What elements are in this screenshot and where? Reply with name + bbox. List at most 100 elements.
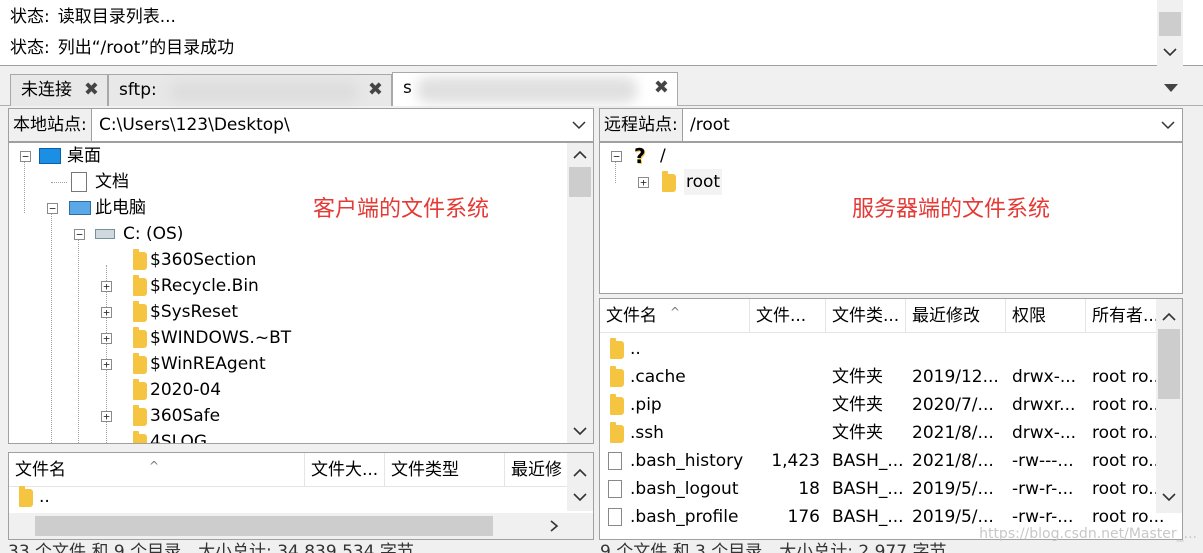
- remote-site-bar: 远程站点: /root: [599, 108, 1183, 142]
- file-row[interactable]: .bash_history 1,423 BASH_... 2021/8/... …: [600, 447, 1182, 475]
- scroll-thumb[interactable]: [569, 167, 591, 197]
- collapse-icon[interactable]: −: [74, 229, 85, 240]
- expand-icon[interactable]: +: [101, 307, 112, 318]
- column-header-owner[interactable]: 所有者...: [1086, 299, 1158, 333]
- log-status-label: 状态:: [10, 7, 50, 27]
- remote-list-scrollbar[interactable]: [1156, 299, 1182, 513]
- local-list-scrollbar[interactable]: [567, 453, 593, 511]
- scroll-up-icon[interactable]: [1160, 309, 1178, 325]
- tab-active-session[interactable]: s ✖: [392, 72, 678, 106]
- remote-path-input[interactable]: /root: [690, 109, 730, 141]
- tree-node-label: $Recycle.Bin: [150, 276, 259, 296]
- scroll-right-icon[interactable]: [545, 518, 563, 534]
- file-modified: 2021/8/...: [912, 423, 994, 443]
- file-owner: root ro...: [1092, 479, 1165, 499]
- log-scrollbar[interactable]: [1157, 0, 1183, 66]
- expand-icon[interactable]: +: [101, 411, 112, 422]
- collapse-icon[interactable]: −: [611, 151, 622, 162]
- folder-icon: [133, 379, 147, 400]
- local-list-hscrollbar[interactable]: [9, 513, 593, 539]
- file-type: 文件夹: [832, 367, 883, 387]
- tree-node-label: 2020-04: [150, 380, 222, 400]
- scroll-thumb[interactable]: [1158, 329, 1180, 399]
- file-name: .pip: [630, 395, 662, 415]
- file-permissions: drwx-...: [1012, 367, 1077, 387]
- local-site-bar: 本地站点: C:\Users\123\Desktop\: [8, 108, 594, 142]
- log-scroll-thumb[interactable]: [1159, 12, 1181, 36]
- expand-icon[interactable]: +: [101, 281, 112, 292]
- tree-node-label: $SysReset: [150, 302, 239, 322]
- file-row[interactable]: .cache 文件夹 2019/12... drwx-... root ro..…: [600, 363, 1182, 391]
- file-type: 文件夹: [832, 423, 883, 443]
- tab-bar: 未连接 ✖ sftp: ✖ s ✖: [0, 68, 1203, 106]
- file-name: .bash_profile: [630, 507, 739, 527]
- folder-icon: [133, 405, 147, 426]
- file-type: BASH_...: [832, 479, 904, 499]
- file-row[interactable]: .ssh 文件夹 2021/8/... drwx-... root ro...: [600, 419, 1182, 447]
- scroll-down-icon[interactable]: [571, 423, 589, 439]
- file-row[interactable]: ..: [600, 335, 1182, 363]
- scroll-down-icon[interactable]: [1160, 489, 1178, 505]
- folder-icon: [610, 422, 624, 443]
- file-type: BASH_...: [832, 507, 904, 527]
- close-icon[interactable]: ✖: [368, 75, 383, 105]
- file-name: .ssh: [630, 423, 664, 443]
- scroll-down-icon[interactable]: [1161, 44, 1179, 60]
- collapse-icon[interactable]: −: [47, 203, 58, 214]
- chevron-down-icon[interactable]: [1160, 117, 1176, 133]
- scroll-up-icon[interactable]: [571, 147, 589, 163]
- file-row[interactable]: ..: [9, 483, 593, 511]
- file-permissions: -rw-r-...: [1012, 479, 1074, 499]
- close-icon[interactable]: ✖: [654, 73, 669, 103]
- file-name: .cache: [630, 367, 686, 387]
- folder-icon: [610, 366, 624, 387]
- message-log: 状态: 读取目录列表... 状态: 列出“/root”的目录成功: [0, 0, 1203, 66]
- desktop-icon: [39, 148, 61, 164]
- local-path-input[interactable]: C:\Users\123\Desktop\: [99, 109, 290, 141]
- column-header-modified[interactable]: 最近修: [505, 453, 569, 487]
- tree-node-label: 此电脑: [95, 198, 146, 218]
- folder-icon: [133, 353, 147, 374]
- file-size: 176: [787, 507, 820, 527]
- tree-node-label: $WinREAgent: [150, 354, 266, 374]
- scroll-up-icon[interactable]: [571, 465, 589, 481]
- file-type: 文件夹: [832, 395, 883, 415]
- scroll-down-icon[interactable]: [571, 489, 589, 505]
- tab-sftp[interactable]: sftp: ✖: [108, 74, 392, 106]
- column-header-type[interactable]: 文件类...: [826, 299, 906, 333]
- redacted-host: [417, 77, 637, 103]
- column-header-size[interactable]: 文件大...: [305, 453, 385, 487]
- tree-node-label: $360Section: [150, 250, 257, 270]
- file-row[interactable]: .bash_logout 18 BASH_... 2019/5/... -rw-…: [600, 475, 1182, 503]
- tab-label: s: [403, 78, 412, 98]
- remote-status-text: 9 个文件 和 3 个目录。大小总计: 2,977 字节: [600, 542, 947, 553]
- scroll-thumb[interactable]: [35, 516, 493, 536]
- close-icon[interactable]: ✖: [84, 75, 99, 105]
- chevron-down-icon[interactable]: [571, 117, 587, 133]
- column-header-filename[interactable]: 文件名 ^: [600, 299, 750, 333]
- folder-icon: [133, 249, 147, 270]
- expand-icon[interactable]: +: [101, 359, 112, 370]
- tab-disconnected[interactable]: 未连接 ✖: [10, 74, 108, 106]
- local-file-list-header: 文件名 ^ 文件大... 文件类型 最近修: [9, 453, 593, 487]
- column-header-filename[interactable]: 文件名 ^: [9, 453, 305, 487]
- column-header-modified[interactable]: 最近修改: [906, 299, 1006, 333]
- column-header-type[interactable]: 文件类型: [385, 453, 505, 487]
- column-header-permissions[interactable]: 权限: [1006, 299, 1086, 333]
- column-header-size[interactable]: 文件...: [750, 299, 826, 333]
- file-name: ..: [630, 339, 641, 359]
- file-icon: [608, 480, 622, 498]
- tree-node-label: 文档: [95, 172, 129, 192]
- expand-icon[interactable]: +: [101, 333, 112, 344]
- local-file-list: 文件名 ^ 文件大... 文件类型 最近修 ..: [8, 452, 594, 540]
- file-owner: root ro...: [1092, 395, 1165, 415]
- tab-list-dropdown-icon[interactable]: [1162, 82, 1180, 94]
- local-tree-scrollbar[interactable]: [567, 143, 593, 443]
- tab-label: sftp:: [119, 80, 157, 100]
- folder-icon: [610, 394, 624, 415]
- file-row[interactable]: .pip 文件夹 2020/7/... drwxr... root ro...: [600, 391, 1182, 419]
- collapse-icon[interactable]: −: [20, 151, 31, 162]
- file-icon: [608, 508, 622, 526]
- tab-label: 未连接: [21, 80, 72, 100]
- expand-icon[interactable]: +: [638, 177, 649, 188]
